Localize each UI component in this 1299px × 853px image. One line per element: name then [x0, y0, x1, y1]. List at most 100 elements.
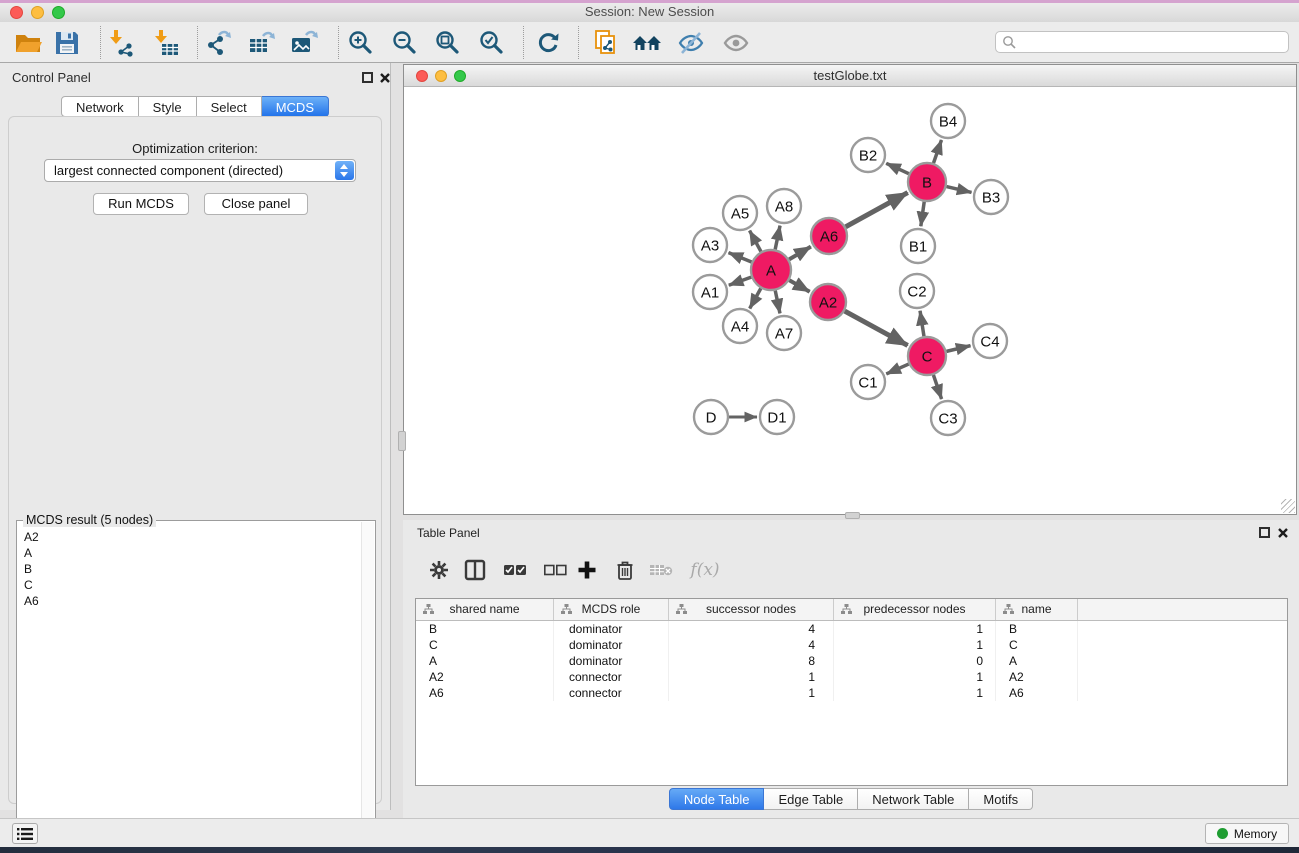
result-scrollbar[interactable] — [361, 522, 374, 850]
table-cell[interactable]: A — [996, 653, 1078, 669]
float-panel-icon[interactable] — [362, 72, 373, 83]
tab-style[interactable]: Style — [139, 96, 197, 117]
graph-edge-C-C2[interactable] — [920, 311, 924, 336]
network-from-selection-button[interactable] — [592, 28, 622, 58]
table-cell[interactable]: 1 — [834, 637, 996, 653]
table-cell[interactable]: 1 — [834, 669, 996, 685]
select-all-button[interactable] — [501, 556, 529, 584]
splitter-handle-left[interactable] — [398, 431, 406, 451]
home-panels-button[interactable] — [632, 28, 662, 58]
delete-table-button[interactable] — [647, 556, 675, 584]
memory-button[interactable]: Memory — [1205, 823, 1289, 844]
import-network-button[interactable] — [106, 28, 136, 58]
graph-node-D[interactable]: D — [694, 400, 728, 434]
delete-column-button[interactable] — [611, 556, 639, 584]
graph-edge-C-C4[interactable] — [946, 346, 970, 352]
graph-node-C[interactable]: C — [908, 337, 946, 375]
optimization-criterion-select[interactable]: largest connected component (directed) — [44, 159, 356, 182]
graph-edge-B-B3[interactable] — [946, 187, 971, 193]
tab-select[interactable]: Select — [197, 96, 262, 117]
table-cell[interactable]: 1 — [669, 685, 834, 701]
graph-edge-A-A3[interactable] — [729, 253, 752, 262]
mcds-result-item[interactable]: A2 — [18, 529, 362, 545]
export-table-button[interactable] — [246, 28, 276, 58]
mcds-result-item[interactable]: C — [18, 577, 362, 593]
table-cell[interactable]: A6 — [416, 685, 554, 701]
graph-node-A6[interactable]: A6 — [811, 218, 847, 254]
graph-node-B3[interactable]: B3 — [974, 180, 1008, 214]
table-cell[interactable]: B — [416, 621, 554, 637]
graph-node-C2[interactable]: C2 — [900, 274, 934, 308]
table-cell[interactable]: 0 — [834, 653, 996, 669]
graph-edge-A-A2[interactable] — [789, 280, 809, 291]
resize-grip[interactable] — [1281, 499, 1295, 513]
table-row[interactable]: Bdominator41B — [416, 621, 1287, 637]
table-cell[interactable]: 4 — [669, 621, 834, 637]
tab-network[interactable]: Network — [61, 96, 139, 117]
graph-node-D1[interactable]: D1 — [760, 400, 794, 434]
export-network-button[interactable] — [203, 28, 233, 58]
function-builder-button[interactable]: f(x) — [685, 556, 725, 584]
graph-edge-C-C3[interactable] — [933, 375, 941, 399]
close-panel-icon[interactable] — [379, 72, 391, 84]
task-history-button[interactable] — [12, 823, 38, 844]
zoom-out-button[interactable] — [390, 28, 420, 58]
table-cell[interactable]: A — [416, 653, 554, 669]
search-input[interactable] — [1022, 33, 1286, 53]
table-cell[interactable]: dominator — [554, 621, 669, 637]
graph-edge-A2-C[interactable] — [845, 311, 908, 345]
zoom-in-button[interactable] — [346, 28, 376, 58]
save-session-button[interactable] — [52, 28, 82, 58]
table-cell[interactable]: dominator — [554, 653, 669, 669]
graph-node-A2[interactable]: A2 — [810, 284, 846, 320]
tab-network-table[interactable]: Network Table — [858, 788, 969, 810]
column-view-button[interactable] — [461, 556, 489, 584]
mcds-result-item[interactable]: B — [18, 561, 362, 577]
table-cell[interactable]: 8 — [669, 653, 834, 669]
mcds-result-item[interactable]: A — [18, 545, 362, 561]
column-header-name[interactable]: name — [996, 599, 1078, 620]
table-row[interactable]: Adominator80A — [416, 653, 1287, 669]
graph-edge-B-B4[interactable] — [934, 140, 942, 163]
splitter-handle-bottom[interactable] — [845, 512, 860, 519]
graph-edge-A-A5[interactable] — [750, 231, 761, 252]
float-table-panel-icon[interactable] — [1259, 527, 1270, 538]
graph-node-C3[interactable]: C3 — [931, 401, 965, 435]
import-table-button[interactable] — [151, 28, 181, 58]
graph-node-C1[interactable]: C1 — [851, 365, 885, 399]
tab-node-table[interactable]: Node Table — [669, 788, 765, 810]
table-cell[interactable]: C — [416, 637, 554, 653]
hide-graphics-details-button[interactable] — [676, 28, 706, 58]
close-panel-button[interactable]: Close panel — [204, 193, 308, 215]
tab-motifs[interactable]: Motifs — [969, 788, 1033, 810]
table-cell[interactable]: 1 — [834, 685, 996, 701]
column-header-shared-name[interactable]: shared name — [416, 599, 554, 620]
table-cell[interactable]: A2 — [996, 669, 1078, 685]
graph-edge-B-B2[interactable] — [886, 163, 909, 173]
graph-edge-C-C1[interactable] — [886, 364, 908, 374]
graph-node-A7[interactable]: A7 — [767, 316, 801, 350]
graph-node-C4[interactable]: C4 — [973, 324, 1007, 358]
table-cell[interactable]: A6 — [996, 685, 1078, 701]
tab-edge-table[interactable]: Edge Table — [764, 788, 858, 810]
deselect-all-button[interactable] — [541, 556, 569, 584]
graph-node-A3[interactable]: A3 — [693, 228, 727, 262]
mcds-result-item[interactable]: A6 — [18, 593, 362, 609]
graph-node-B[interactable]: B — [908, 163, 946, 201]
table-row[interactable]: Cdominator41C — [416, 637, 1287, 653]
gear-button[interactable] — [425, 556, 453, 584]
table-cell[interactable]: 4 — [669, 637, 834, 653]
export-image-button[interactable] — [289, 28, 319, 58]
graph-edge-A-A6[interactable] — [789, 247, 811, 260]
graph-node-A1[interactable]: A1 — [693, 275, 727, 309]
close-table-panel-icon[interactable] — [1277, 527, 1289, 539]
graph-node-A5[interactable]: A5 — [723, 196, 757, 230]
mcds-result-list[interactable]: A2ABCA6 — [18, 529, 362, 850]
table-row[interactable]: A6connector11A6 — [416, 685, 1287, 701]
network-graph[interactable]: AA6A2BCA1A3A5A8A4A7B1B2B3B4C1C2C3C4DD1 — [404, 87, 1296, 514]
graph-edge-B-B1[interactable] — [921, 202, 924, 226]
graph-node-A4[interactable]: A4 — [723, 309, 757, 343]
column-header-MCDS-role[interactable]: MCDS role — [554, 599, 669, 620]
table-cell[interactable]: A2 — [416, 669, 554, 685]
table-cell[interactable]: connector — [554, 685, 669, 701]
